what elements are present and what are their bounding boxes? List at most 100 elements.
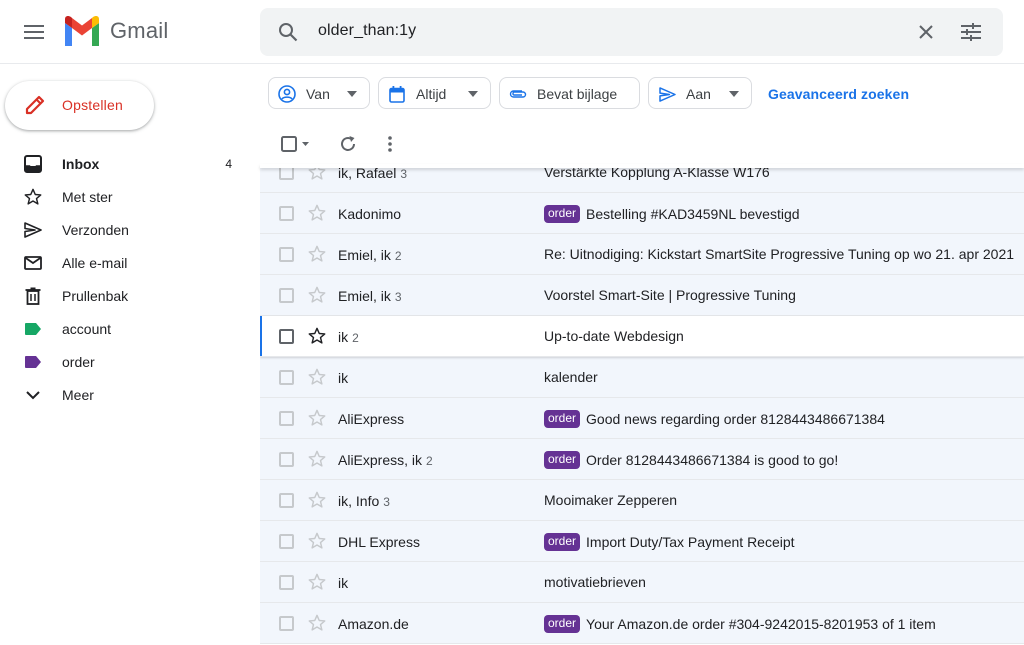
label-badge[interactable]: order <box>544 615 581 633</box>
email-row[interactable]: ik 2 Up-to-date Webdesign <box>260 316 1024 357</box>
filter-date-chip[interactable]: Altijd <box>378 77 491 109</box>
row-checkbox[interactable] <box>279 370 294 385</box>
subject-line: Verstärkte Kopplung A-Klasse W176 <box>544 167 770 180</box>
search-bar[interactable]: older_than:1y <box>260 8 1003 56</box>
sidebar-item-sent[interactable]: Verzonden <box>0 213 248 246</box>
email-row[interactable]: ik, Rafael 3 Verstärkte Kopplung A-Klasse … <box>260 167 1024 193</box>
sidebar-item-order[interactable]: order <box>0 345 248 378</box>
sidebar-item-all-mail[interactable]: Alle e-mail <box>0 246 248 279</box>
subject-line: order Your Amazon.de order #304-9242015-8… <box>544 615 936 633</box>
more-options-button[interactable] <box>376 128 404 160</box>
row-checkbox[interactable] <box>279 167 294 180</box>
email-row[interactable]: Kadonimo order Bestelling #KAD3459NL beves… <box>260 193 1024 234</box>
subject-line: kalender <box>544 369 598 385</box>
star-icon[interactable] <box>307 613 327 633</box>
unread-count: 4 <box>225 157 232 171</box>
sidebar-item-label: Verzonden <box>62 222 129 238</box>
label-badge[interactable]: order <box>544 205 581 223</box>
sidebar-item-label: Inbox <box>62 156 100 172</box>
star-icon[interactable] <box>307 531 327 551</box>
inbox-icon <box>22 153 44 175</box>
row-checkbox[interactable] <box>279 575 294 590</box>
email-subject: Mooimaker Zepperen <box>544 492 678 508</box>
star-icon[interactable] <box>307 326 327 346</box>
sender-text: ik <box>338 329 349 345</box>
row-checkbox[interactable] <box>279 288 294 303</box>
star-icon <box>22 186 44 208</box>
email-row[interactable]: ik, Info 3 Mooimaker Zepperen <box>260 480 1024 521</box>
advanced-search-link[interactable]: Geavanceerd zoeken <box>768 86 909 102</box>
star-icon[interactable] <box>307 367 327 387</box>
email-row[interactable]: AliExpress order Good news regarding order… <box>260 398 1024 439</box>
label-badge[interactable]: order <box>544 533 581 551</box>
label-badge[interactable]: order <box>544 410 581 428</box>
subject-line: motivatiebrieven <box>544 574 646 590</box>
email-list: ik, Rafael 3 Verstärkte Kopplung A-Klasse … <box>260 167 1024 645</box>
row-checkbox[interactable] <box>279 452 294 467</box>
mail-icon <box>22 252 44 274</box>
sender-name: ik, Rafael 3 <box>338 167 407 181</box>
filter-from-chip[interactable]: Van <box>268 77 370 109</box>
email-row[interactable]: Emiel, ik 3 Voorstel Smart-Site | Progress… <box>260 275 1024 316</box>
email-row[interactable]: Amazon.de order Your Amazon.de order #304-… <box>260 603 1024 644</box>
row-checkbox[interactable] <box>279 206 294 221</box>
row-checkbox[interactable] <box>279 329 294 344</box>
row-checkbox[interactable] <box>279 534 294 549</box>
star-icon[interactable] <box>307 167 327 182</box>
email-row[interactable]: Emiel, ik 2 Re: Uitnodiging: Kickstart Sma… <box>260 234 1024 275</box>
select-all-button[interactable] <box>276 128 316 160</box>
label-badge[interactable]: order <box>544 451 581 469</box>
refresh-button[interactable] <box>334 128 362 160</box>
sidebar-item-inbox[interactable]: Inbox 4 <box>0 147 248 180</box>
email-row[interactable]: ik kalender <box>260 357 1024 398</box>
email-subject: Re: Uitnodiging: Kickstart SmartSite Pro… <box>544 246 1015 262</box>
row-checkbox[interactable] <box>279 493 294 508</box>
filter-to-chip[interactable]: Aan <box>648 77 752 109</box>
hamburger-icon <box>24 25 44 39</box>
sender-text: Emiel, ik <box>338 247 391 263</box>
email-subject: kalender <box>544 369 598 385</box>
gmail-logo[interactable]: Gmail <box>62 16 168 46</box>
search-button[interactable] <box>274 18 302 46</box>
main-menu-button[interactable] <box>14 12 54 52</box>
sidebar-item-label: Meer <box>62 387 94 403</box>
email-row[interactable]: DHL Express order Import Duty/Tax Payment … <box>260 521 1024 562</box>
star-icon[interactable] <box>307 449 327 469</box>
filter-attachment-chip[interactable]: Bevat bijlage <box>499 77 640 109</box>
email-subject: motivatiebrieven <box>544 574 646 590</box>
row-checkbox[interactable] <box>279 411 294 426</box>
compose-button[interactable]: Opstellen <box>5 81 154 130</box>
row-checkbox[interactable] <box>279 247 294 262</box>
sidebar-item-more[interactable]: Meer <box>0 378 248 411</box>
sidebar-item-account[interactable]: account <box>0 312 248 345</box>
star-icon[interactable] <box>307 285 327 305</box>
sender-name: Kadonimo <box>338 206 401 222</box>
thread-count: 3 <box>383 495 390 509</box>
email-row[interactable]: ik motivatiebrieven <box>260 562 1024 603</box>
chip-label: Van <box>306 86 330 102</box>
close-icon <box>919 25 933 39</box>
star-icon[interactable] <box>307 490 327 510</box>
sidebar-item-starred[interactable]: Met ster <box>0 180 248 213</box>
search-options-button[interactable] <box>957 18 985 46</box>
email-subject: Your Amazon.de order #304-9242015-820195… <box>586 616 936 632</box>
sender-name: Emiel, ik 2 <box>338 247 402 263</box>
star-icon[interactable] <box>307 572 327 592</box>
sender-name: ik <box>338 370 348 386</box>
row-checkbox[interactable] <box>279 616 294 631</box>
star-icon[interactable] <box>307 244 327 264</box>
sidebar-item-label: Alle e-mail <box>62 255 128 271</box>
search-input[interactable]: older_than:1y <box>318 22 416 40</box>
thread-count: 2 <box>394 249 402 263</box>
sidebar-item-trash[interactable]: Prullenbak <box>0 279 248 312</box>
label-icon <box>22 318 44 340</box>
star-icon[interactable] <box>307 203 327 223</box>
star-icon[interactable] <box>307 408 327 428</box>
sender-text: DHL Express <box>338 534 420 550</box>
top-header: Gmail older_than:1y <box>0 0 1024 64</box>
sender-name: ik, Info 3 <box>338 493 390 509</box>
email-subject: Import Duty/Tax Payment Receipt <box>586 534 795 550</box>
email-row[interactable]: AliExpress, ik 2 order Order 81284434866713… <box>260 439 1024 480</box>
clear-search-button[interactable] <box>912 18 940 46</box>
sender-text: ik, Info <box>338 493 380 509</box>
